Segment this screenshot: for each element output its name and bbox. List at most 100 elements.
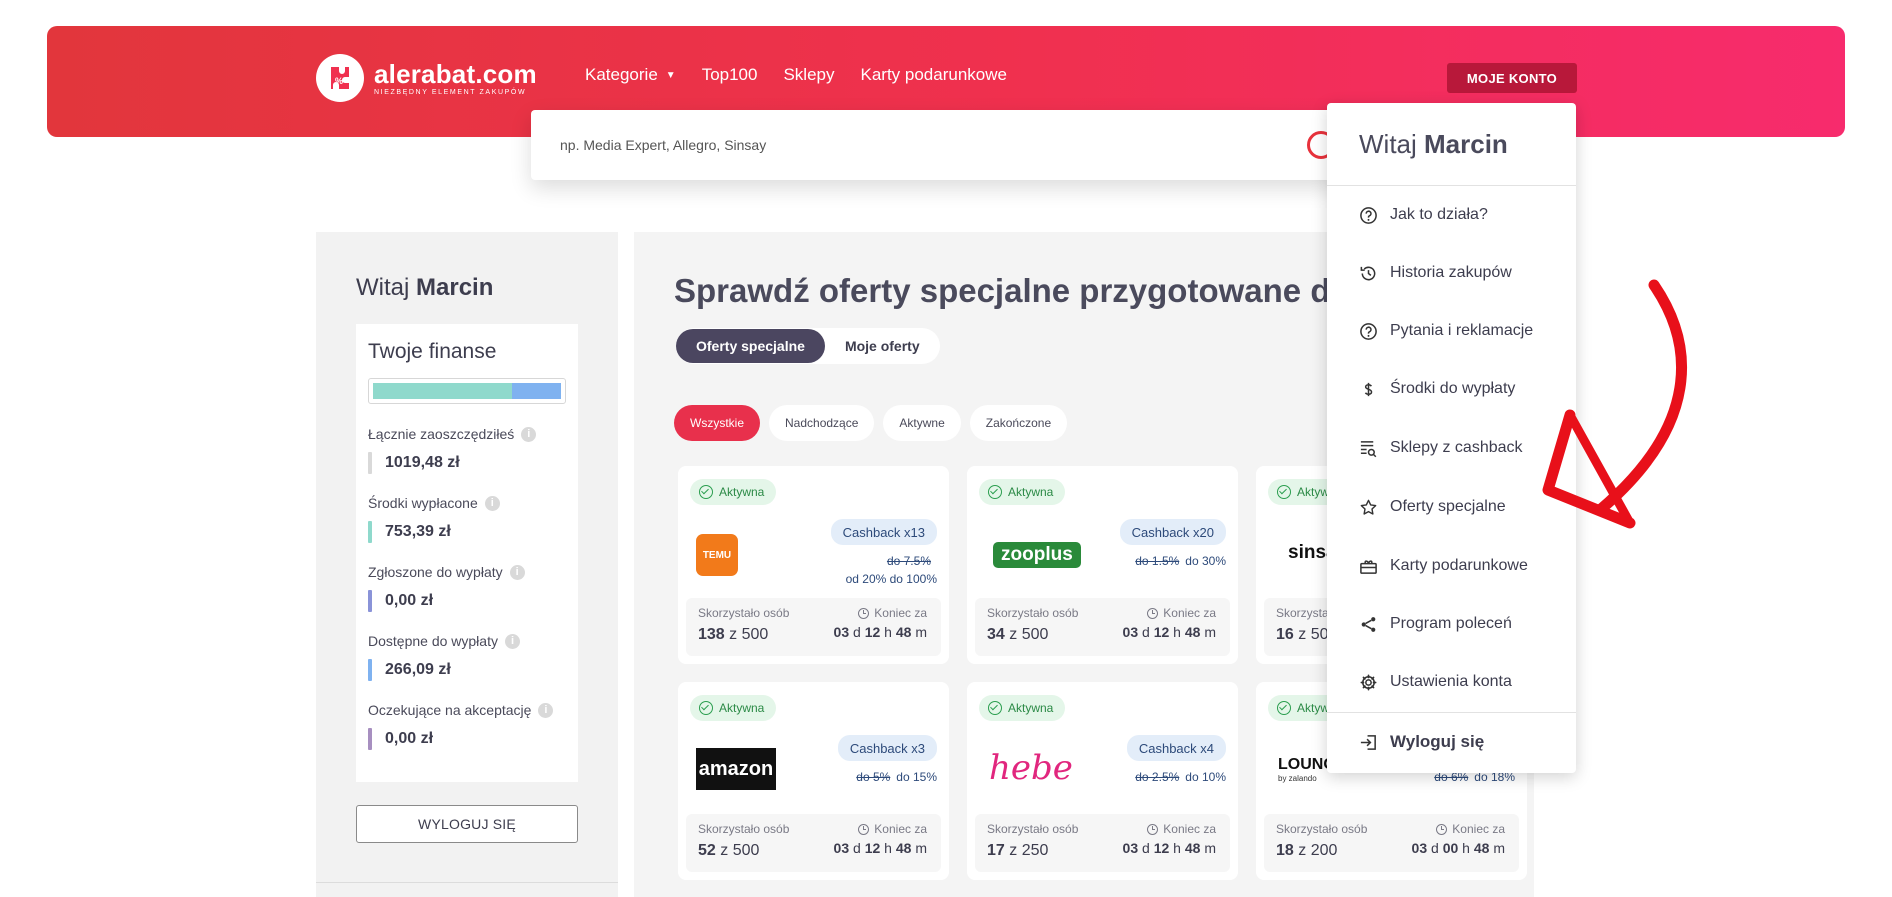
tab-special-offers[interactable]: Oferty specjalne [676,329,825,363]
finance-label: Łącznie zaoszczędziłeś [368,426,515,442]
page: % alerabat.com NIEZBĘDNY ELEMENT ZAKUPÓW… [0,0,1892,897]
my-account-button[interactable]: MOJE KONTO [1447,63,1577,93]
history-icon [1360,266,1376,280]
status-badge-label: Aktywna [719,701,765,715]
filter-upcoming[interactable]: Nadchodzące [769,405,875,441]
logo[interactable]: % alerabat.com NIEZBĘDNY ELEMENT ZAKUPÓW [316,54,537,102]
countdown-days: 03 [1122,624,1139,640]
used-count: 18 [1276,842,1294,859]
countdown-minutes: 48 [895,840,912,856]
menu-item-special-offers[interactable]: Oferty specjalne [1359,492,1506,522]
hebe-logo: hebe [989,748,1073,788]
menu-item-label: Wyloguj się [1390,732,1485,751]
status-badge-label: Aktywna [1008,701,1054,715]
status-badge-label: Aktywna [719,485,765,499]
cashback-badge: Cashback x4 [1126,735,1226,761]
offer-card-temu[interactable]: Aktywna TEMU Cashback x13 do 7.5% od 20%… [678,466,949,664]
amazon-logo: amazon [696,748,776,790]
offer-card-amazon[interactable]: Aktywna amazon Cashback x3 do 5% do 15% S… [678,682,949,880]
used-limit: 500 [732,842,760,859]
temu-logo: TEMU [696,534,738,576]
finance-color-mark [368,728,372,750]
used-value: 52 z 500 [698,842,760,859]
cashback-rate: do 5% do 15% [856,768,937,786]
zooplus-logo-text: zooplus [1001,544,1073,565]
filter-all[interactable]: Wszystkie [674,405,760,441]
countdown-hours: 00 [1442,840,1459,856]
ends-label-text: Koniec za [874,606,927,620]
status-badge: Aktywna [690,695,777,721]
ends-label: Koniec za [858,606,927,620]
countdown-hours: 12 [1153,624,1170,640]
finance-value: 0,00 zł [385,730,434,747]
menu-item-questions-complaints[interactable]: Pytania i reklamacje [1359,316,1533,346]
menu-item-account-settings[interactable]: Ustawienia konta [1359,667,1512,697]
menu-item-label: Ustawienia konta [1390,673,1512,690]
nav-kategorie[interactable]: Kategorie ▼ [585,65,676,85]
logout-icon [1360,734,1376,750]
countdown-minutes: 48 [1473,840,1490,856]
old-rate: do 2.5% [1135,770,1180,784]
check-circle-icon [699,485,713,499]
info-icon[interactable]: i [521,426,537,442]
nav-karty-podarunkowe[interactable]: Karty podarunkowe [861,65,1007,85]
tab-my-offers[interactable]: Moje oferty [825,329,940,363]
menu-item-label: Sklepy z cashback [1390,439,1523,456]
finance-color-mark [368,590,372,612]
menu-item-purchase-history[interactable]: Historia zakupów [1359,258,1512,288]
countdown-hours: 12 [864,624,881,640]
used-count: 138 [698,626,725,643]
countdown-days: 03 [1411,840,1428,856]
star-icon [1360,499,1377,515]
menu-item-funds-to-withdraw[interactable]: Środki do wypłaty [1359,374,1515,404]
finance-label: Dostępne do wypłaty [368,633,498,649]
filter-ended[interactable]: Zakończone [969,405,1068,441]
old-rate: do 7.5% [886,554,931,568]
menu-item-logout[interactable]: Wyloguj się [1359,727,1484,757]
cashback-badge: Cashback x3 [837,735,937,761]
info-icon[interactable]: i [509,564,525,580]
menu-item-label: Program poleceń [1390,615,1512,632]
info-icon[interactable]: i [504,633,520,649]
filter-active[interactable]: Aktywne [883,405,961,441]
used-count: 16 [1276,626,1294,643]
countdown: 03 d 12 h 48 m [1122,624,1216,640]
countdown-hours: 12 [1153,840,1170,856]
nav-kategorie-label: Kategorie [585,65,658,84]
menu-item-gift-cards[interactable]: Karty podarunkowe [1359,551,1528,581]
menu-item-how-it-works[interactable]: Jak to działa? [1359,200,1488,230]
offer-card-hebe[interactable]: Aktywna hebe Cashback x4 do 2.5% do 10% S… [967,682,1238,880]
sidebar-user-name: Marcin [416,274,494,301]
menu-item-referral-program[interactable]: Program poleceń [1359,609,1512,639]
check-circle-icon [699,701,713,715]
old-rate: do 5% [856,770,891,784]
info-icon[interactable]: i [538,702,554,718]
used-value: 34 z 500 [987,626,1049,643]
countdown-days: 03 [1122,840,1139,856]
nav-top100[interactable]: Top100 [702,65,758,85]
info-icon[interactable]: i [484,495,500,511]
used-count: 34 [987,626,1005,643]
finance-title: Twoje finanse [368,340,497,363]
countdown: 03 d 12 h 48 m [833,624,927,640]
logo-name: alerabat.com [374,58,537,89]
menu-item-label: Oferty specjalne [1390,498,1506,515]
menu-item-cashback-stores[interactable]: Sklepy z cashback [1359,433,1523,463]
nav-sklepy[interactable]: Sklepy [783,65,834,85]
sidebar-logout-button[interactable]: WYLOGUJ SIĘ [356,805,578,843]
offer-card-zooplus[interactable]: Aktywna zooplus Cashback x20 do 1.5% do 3… [967,466,1238,664]
clock-icon [1147,823,1159,835]
zooplus-logo: zooplus [993,542,1081,568]
dropdown-divider [1327,185,1576,186]
status-badge: Aktywna [979,695,1066,721]
svg-text:%: % [335,76,343,86]
sidebar-greeting: Witaj Marcin [356,274,493,302]
dropdown-greeting: Witaj Marcin [1359,129,1508,160]
search-input[interactable] [560,137,1210,153]
countdown: 03 d 12 h 48 m [833,840,927,856]
used-label: Skorzystało osób [1276,822,1368,836]
sidebar-greeting-text: Witaj [356,274,410,301]
caret-down-icon: ▼ [665,69,676,81]
sidebar-divider [316,882,618,883]
finance-value: 1019,48 zł [385,454,460,471]
